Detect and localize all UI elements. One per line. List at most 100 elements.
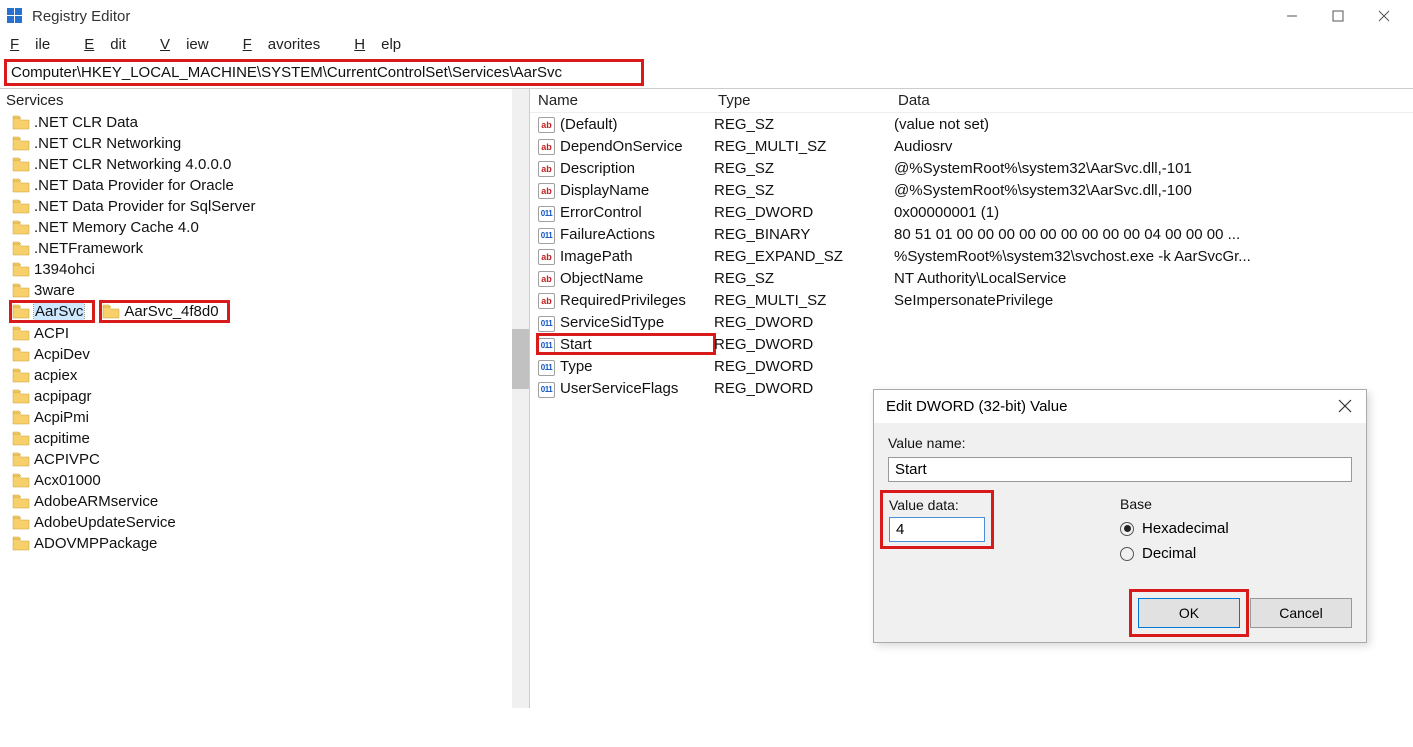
row-data: @%SystemRoot%\system32\AarSvc.dll,-101	[894, 160, 1405, 177]
row-type: REG_DWORD	[714, 358, 894, 375]
row-name: DependOnService	[560, 138, 714, 155]
tree-item[interactable]: acpipagr	[10, 386, 529, 407]
value-name-input[interactable]	[888, 457, 1352, 482]
tree-item[interactable]: .NET Memory Cache 4.0	[10, 217, 529, 238]
dialog-close-icon[interactable]	[1338, 399, 1354, 415]
string-value-icon: ab	[538, 183, 555, 199]
list-row[interactable]: ab(Default)REG_SZ(value not set)	[530, 113, 1413, 135]
list-row[interactable]: 011TypeREG_DWORD	[530, 355, 1413, 377]
maximize-button[interactable]	[1315, 0, 1361, 32]
tree-item[interactable]: AcpiPmi	[10, 407, 529, 428]
string-value-icon: ab	[538, 139, 555, 155]
tree-item[interactable]: AarSvc	[10, 301, 94, 322]
tree-item[interactable]: .NET CLR Networking 4.0.0.0	[10, 154, 529, 175]
tree-item-label: 1394ohci	[34, 261, 95, 278]
list-row[interactable]: abObjectNameREG_SZNT Authority\LocalServ…	[530, 267, 1413, 289]
tree-item[interactable]: .NET CLR Data	[10, 112, 529, 133]
row-name: DisplayName	[560, 182, 714, 199]
tree-item[interactable]: .NET Data Provider for Oracle	[10, 175, 529, 196]
tree-item[interactable]: 3ware	[10, 280, 529, 301]
menu-help[interactable]: Help	[354, 36, 417, 53]
tree-item-label: AcpiDev	[34, 346, 90, 363]
tree-item[interactable]: .NETFramework	[10, 238, 529, 259]
dialog-title: Edit DWORD (32-bit) Value	[886, 398, 1067, 415]
tree-item[interactable]: acpitime	[10, 428, 529, 449]
tree-item[interactable]: AdobeARMservice	[10, 491, 529, 512]
list-row[interactable]: 011StartREG_DWORD	[530, 333, 1413, 355]
row-type: REG_BINARY	[714, 226, 894, 243]
tree-scrollbar-thumb[interactable]	[512, 329, 529, 389]
menu-file[interactable]: File	[10, 36, 66, 53]
list-row[interactable]: abImagePathREG_EXPAND_SZ%SystemRoot%\sys…	[530, 245, 1413, 267]
radio-dec-icon	[1120, 547, 1134, 561]
row-type: REG_EXPAND_SZ	[714, 248, 894, 265]
row-data: 80 51 01 00 00 00 00 00 00 00 00 00 04 0…	[894, 226, 1405, 243]
row-name: RequiredPrivileges	[560, 292, 714, 309]
edit-dword-dialog: Edit DWORD (32-bit) Value Value name: Va…	[873, 389, 1367, 643]
radio-hexadecimal[interactable]: Hexadecimal	[1120, 520, 1229, 537]
menu-edit[interactable]: Edit	[84, 36, 142, 53]
tree-item[interactable]: .NET Data Provider for SqlServer	[10, 196, 529, 217]
list-row[interactable]: abRequiredPrivilegesREG_MULTI_SZSeImpers…	[530, 289, 1413, 311]
tree-item[interactable]: AarSvc_4f8d0	[100, 301, 228, 322]
row-data: Audiosrv	[894, 138, 1405, 155]
row-type: REG_DWORD	[714, 380, 894, 397]
window-title: Registry Editor	[32, 8, 1269, 25]
address-bar[interactable]: Computer\HKEY_LOCAL_MACHINE\SYSTEM\Curre…	[11, 64, 637, 81]
tree-item[interactable]: ACPIVPC	[10, 449, 529, 470]
ok-button[interactable]: OK	[1138, 598, 1240, 628]
string-value-icon: ab	[538, 271, 555, 287]
list-row[interactable]: abDisplayNameREG_SZ@%SystemRoot%\system3…	[530, 179, 1413, 201]
string-value-icon: ab	[538, 117, 555, 133]
list-row[interactable]: 011FailureActionsREG_BINARY80 51 01 00 0…	[530, 223, 1413, 245]
tree-pane: Services .NET CLR Data.NET CLR Networkin…	[0, 89, 530, 708]
tree-item-label: Acx01000	[34, 472, 101, 489]
tree-item-label: AarSvc_4f8d0	[124, 303, 218, 320]
tree-item[interactable]: 1394ohci	[10, 259, 529, 280]
tree-item-label: acpitime	[34, 430, 90, 447]
close-button[interactable]	[1361, 0, 1407, 32]
tree-item-label: acpiex	[34, 367, 77, 384]
row-name: Type	[560, 358, 714, 375]
tree-item[interactable]: AdobeUpdateService	[10, 512, 529, 533]
tree-item[interactable]: acpiex	[10, 365, 529, 386]
tree-item[interactable]: AcpiDev	[10, 344, 529, 365]
tree-header[interactable]: Services	[0, 89, 529, 112]
row-type: REG_DWORD	[714, 314, 894, 331]
list-row[interactable]: ab DependOnServiceREG_MULTI_SZAudiosrv	[530, 135, 1413, 157]
tree-items: .NET CLR Data.NET CLR Networking .NET CLR…	[0, 112, 529, 554]
row-name: ObjectName	[560, 270, 714, 287]
row-name: (Default)	[560, 116, 714, 133]
tree-item-label: AdobeARMservice	[34, 493, 158, 510]
row-data: (value not set)	[894, 116, 1405, 133]
value-data-input-hl[interactable]	[889, 517, 985, 542]
col-header-type[interactable]: Type	[718, 92, 898, 109]
binary-value-icon: 011	[538, 316, 555, 332]
string-value-icon: ab	[538, 249, 555, 265]
base-label: Base	[1120, 496, 1229, 512]
row-data: %SystemRoot%\system32\svchost.exe -k Aar…	[894, 248, 1405, 265]
row-data: NT Authority\LocalService	[894, 270, 1405, 287]
menu-favorites[interactable]: Favorites	[243, 36, 337, 53]
cancel-button[interactable]: Cancel	[1250, 598, 1352, 628]
minimize-button[interactable]	[1269, 0, 1315, 32]
titlebar: Registry Editor	[0, 0, 1413, 32]
tree-item[interactable]: .NET CLR Networking	[10, 133, 529, 154]
list-row[interactable]: 011ServiceSidTypeREG_DWORD	[530, 311, 1413, 333]
binary-value-icon: 011	[538, 382, 555, 398]
tree-item-label: .NET CLR Networking 4.0.0.0	[34, 156, 231, 173]
tree-item[interactable]: Acx01000	[10, 470, 529, 491]
menu-view[interactable]: View	[160, 36, 225, 53]
row-type: REG_MULTI_SZ	[714, 138, 894, 155]
tree-item-label: acpipagr	[34, 388, 92, 405]
string-value-icon: ab	[538, 161, 555, 177]
tree-item[interactable]: ACPI	[10, 323, 529, 344]
col-header-data[interactable]: Data	[898, 92, 1405, 109]
tree-scrollbar-track[interactable]	[512, 89, 529, 708]
list-row[interactable]: abDescriptionREG_SZ@%SystemRoot%\system3…	[530, 157, 1413, 179]
col-header-name[interactable]: Name	[538, 92, 718, 109]
tree-item[interactable]: ADOVMPPackage	[10, 533, 529, 554]
tree-item-label: AarSvc	[34, 303, 84, 320]
list-row[interactable]: 011ErrorControlREG_DWORD0x00000001 (1)	[530, 201, 1413, 223]
radio-decimal[interactable]: Decimal	[1120, 545, 1229, 562]
